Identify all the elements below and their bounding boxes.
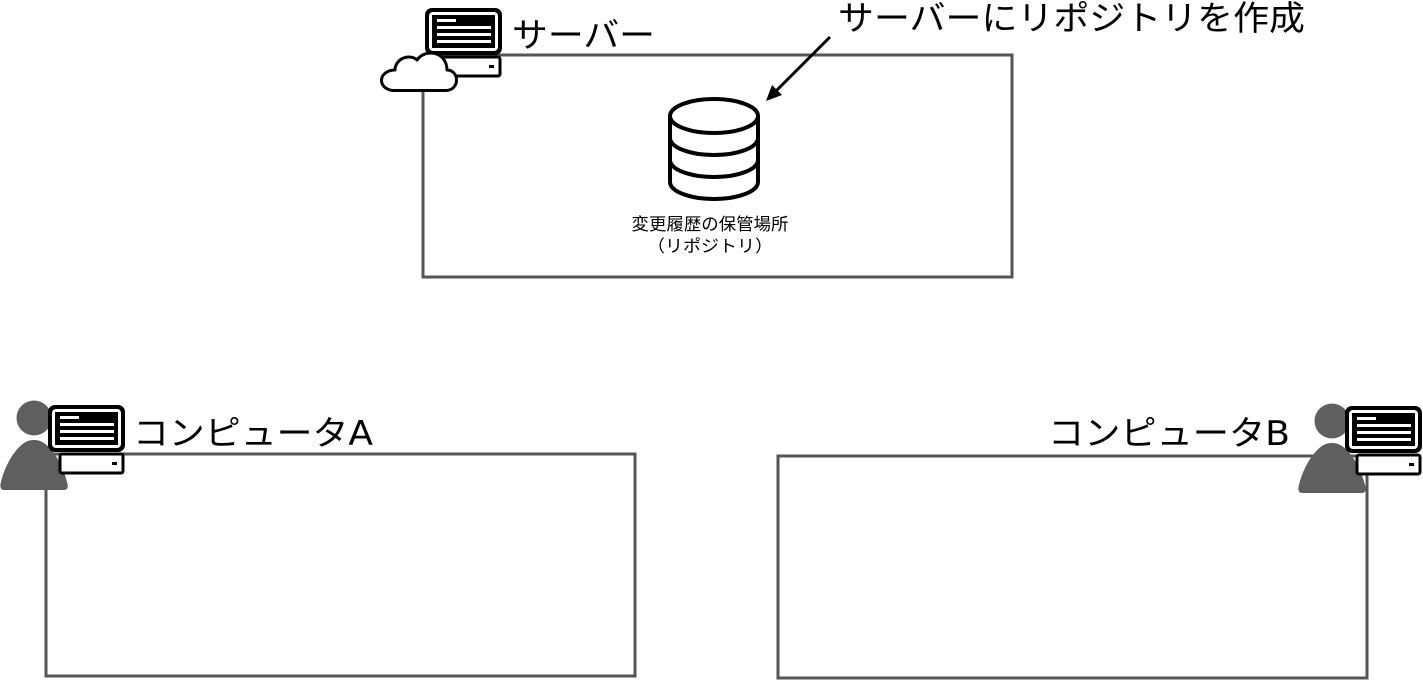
computer-a-box (44, 452, 637, 678)
computer-power-light (112, 462, 117, 465)
computer-power-light (489, 65, 494, 68)
person-head (16, 400, 52, 436)
database-top (668, 97, 760, 135)
person-head (1314, 403, 1350, 439)
server-label: サーバー (512, 16, 655, 56)
computer-icon (48, 405, 125, 475)
computer-a-label: コンピュータA (133, 414, 373, 454)
computer-b-node: コンピュータB (776, 403, 1422, 680)
annotation-text: サーバーにリポジトリを作成 (838, 0, 1305, 39)
computer-b-label: コンピュータB (1048, 414, 1290, 454)
server-node: サーバー 変更履歴の保管場所 （リポジトリ） (380, 8, 1014, 279)
repository-caption-line1: 変更履歴の保管場所 (632, 215, 789, 235)
computer-b-box (776, 454, 1369, 680)
computer-a-node: コンピュータA (0, 400, 637, 678)
user-computer-icon (1298, 403, 1422, 493)
repository-caption-line2: （リポジトリ） (647, 237, 773, 257)
diagram-canvas: サーバー 変更履歴の保管場所 （リポジトリ） サーバーにリポジトリを作成 コンピ… (0, 0, 1422, 680)
database-icon (668, 97, 760, 201)
computer-power-light (1409, 463, 1414, 466)
computer-icon (1345, 406, 1422, 476)
